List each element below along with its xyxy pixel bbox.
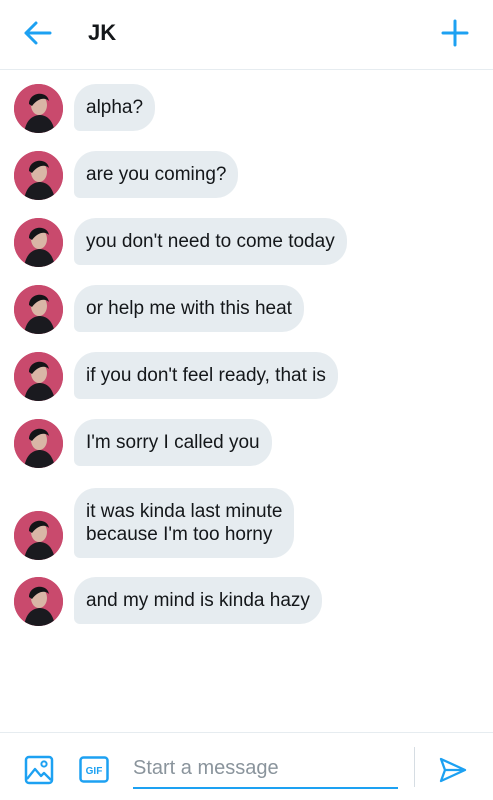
message-text: I'm sorry I called you bbox=[86, 432, 260, 453]
message-text: because I'm too horny bbox=[86, 524, 273, 545]
back-button[interactable] bbox=[22, 18, 56, 48]
message-text: are you coming? bbox=[86, 164, 227, 185]
avatar[interactable] bbox=[14, 352, 63, 401]
add-media-button[interactable] bbox=[24, 755, 54, 785]
message-bubble[interactable]: if you don't feel ready, that is bbox=[74, 352, 338, 399]
composer-divider bbox=[414, 747, 415, 787]
avatar[interactable] bbox=[14, 218, 63, 267]
message-text: you don't need to come today bbox=[86, 231, 335, 252]
message-composer: GIF bbox=[0, 732, 493, 800]
avatar[interactable] bbox=[14, 511, 63, 560]
message-text: if you don't feel ready, that is bbox=[86, 365, 326, 386]
message-text: and my mind is kinda hazy bbox=[86, 590, 310, 611]
message-bubble[interactable]: I'm sorry I called you bbox=[74, 419, 272, 466]
conversation-title[interactable]: JK bbox=[88, 20, 116, 46]
message-input[interactable] bbox=[133, 751, 398, 785]
plus-icon bbox=[441, 19, 469, 47]
avatar[interactable] bbox=[14, 151, 63, 200]
message-text: it was kinda last minute bbox=[86, 501, 283, 522]
message-bubble[interactable]: or help me with this heat bbox=[74, 285, 304, 332]
conversation-header: JK bbox=[0, 0, 493, 70]
gif-label: GIF bbox=[86, 766, 103, 777]
message-input-wrapper bbox=[133, 751, 398, 789]
new-message-button[interactable] bbox=[438, 16, 472, 50]
avatar[interactable] bbox=[14, 84, 63, 133]
message-bubble[interactable]: are you coming? bbox=[74, 151, 239, 198]
message-text: or help me with this heat bbox=[86, 298, 292, 319]
send-icon bbox=[439, 757, 467, 783]
message-bubble[interactable]: alpha? bbox=[74, 84, 156, 131]
avatar[interactable] bbox=[14, 419, 63, 468]
message-bubble[interactable]: it was kinda last minute because I'm too … bbox=[74, 488, 295, 558]
avatar[interactable] bbox=[14, 577, 63, 626]
image-icon bbox=[24, 755, 54, 785]
add-gif-button[interactable]: GIF bbox=[79, 756, 109, 783]
message-list: alpha? are you coming? you don't need to c… bbox=[0, 70, 493, 732]
avatar[interactable] bbox=[14, 285, 63, 334]
message-text: alpha? bbox=[86, 97, 144, 118]
send-button[interactable] bbox=[438, 755, 468, 785]
message-bubble[interactable]: you don't need to come today bbox=[74, 218, 347, 265]
message-bubble[interactable]: and my mind is kinda hazy bbox=[74, 577, 322, 624]
arrow-left-icon bbox=[24, 21, 52, 45]
gif-icon: GIF bbox=[79, 756, 109, 783]
